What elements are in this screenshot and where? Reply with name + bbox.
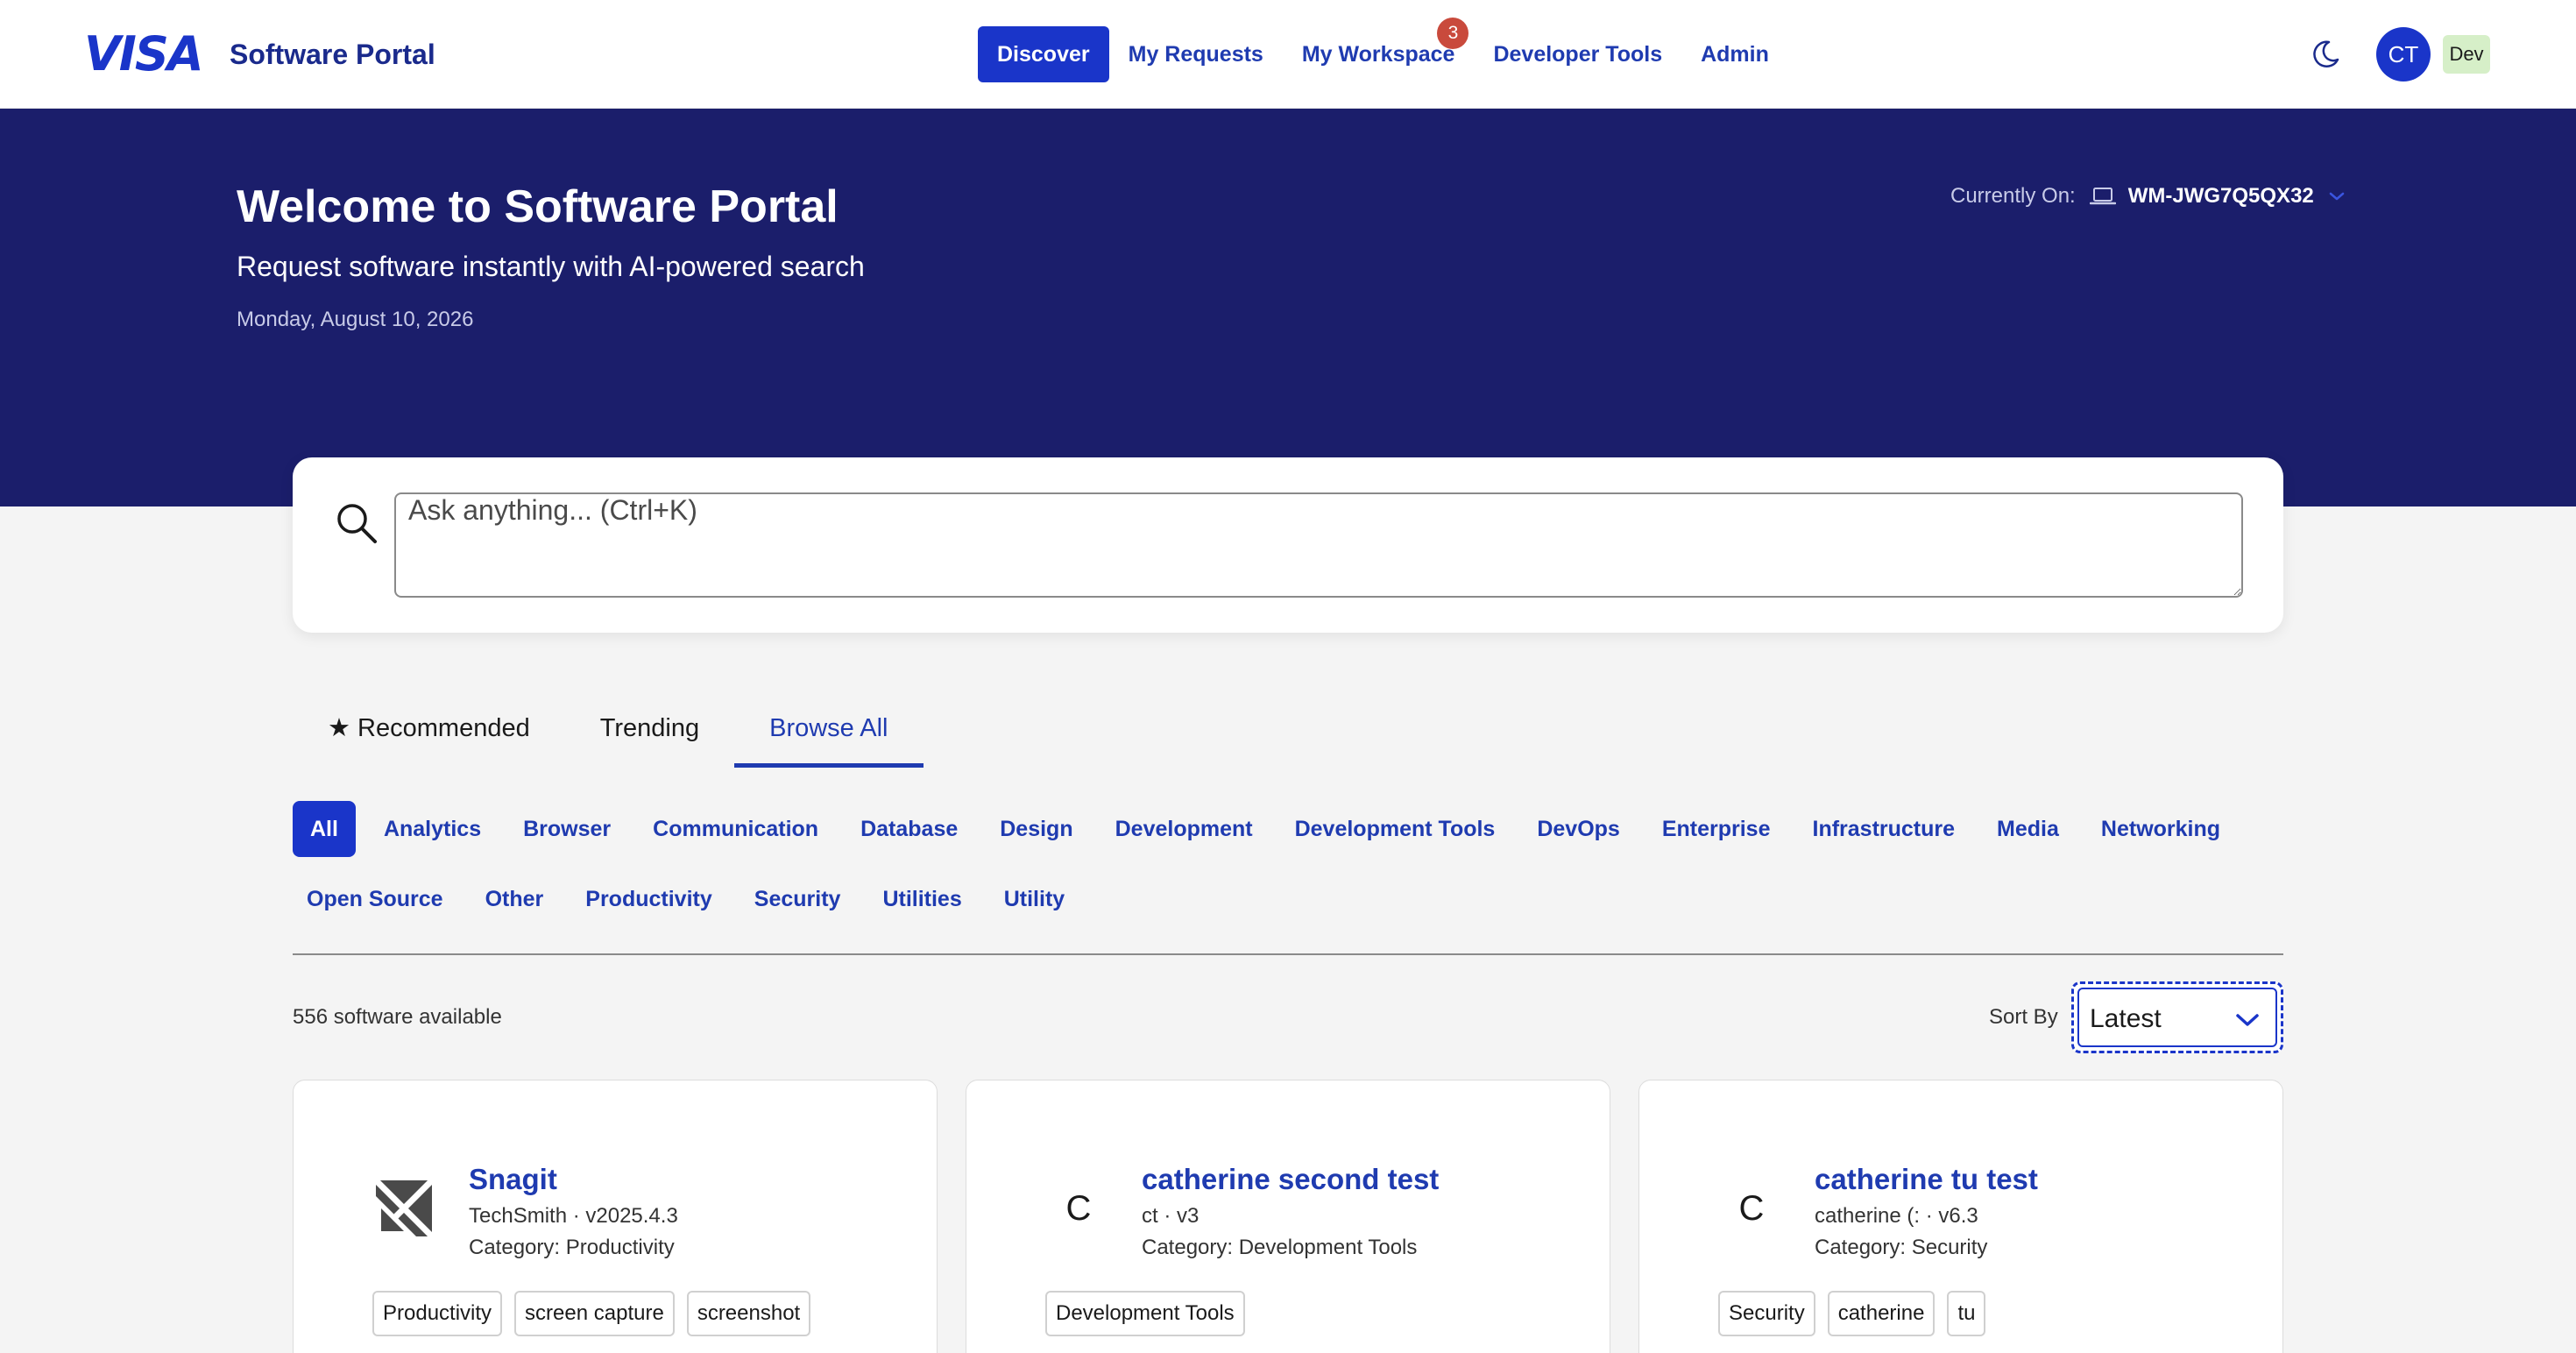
search-input[interactable]: [394, 492, 2243, 598]
chevron-down-icon: [2329, 192, 2345, 201]
nav-admin[interactable]: Admin: [1681, 26, 1788, 82]
main-nav: Discover My Requests My Workspace 3 Deve…: [978, 18, 1788, 82]
tag: catherine: [1827, 1291, 1936, 1336]
card-title[interactable]: catherine second test: [1142, 1161, 1439, 1198]
environment-badge: Dev: [2443, 35, 2490, 74]
category-networking[interactable]: Networking: [2087, 801, 2234, 857]
workspace-count-badge: 3: [1437, 18, 1469, 49]
tag: Security: [1718, 1291, 1815, 1336]
card-tags: Productivity screen capture screenshot: [372, 1291, 823, 1336]
category-productivity[interactable]: Productivity: [571, 871, 725, 927]
tag: screenshot: [686, 1291, 811, 1336]
sort-select[interactable]: Latest: [2071, 981, 2283, 1053]
nav-my-workspace[interactable]: My Workspace 3: [1283, 18, 1475, 82]
section-divider: [293, 953, 2283, 955]
nav-discover[interactable]: Discover: [978, 26, 1109, 82]
category-row-1: All Analytics Browser Communication Data…: [293, 801, 2283, 857]
tab-recommended[interactable]: ★ Recommended: [293, 694, 565, 768]
card-category: Category: Security: [1815, 1236, 1988, 1259]
tab-browse-all[interactable]: Browse All: [734, 694, 924, 768]
discover-tabs: ★ Recommended Trending Browse All: [293, 694, 924, 768]
category-communication[interactable]: Communication: [639, 801, 832, 857]
visa-logo[interactable]: VISA: [84, 30, 204, 79]
category-media[interactable]: Media: [1983, 801, 2073, 857]
chevron-down-icon: [2236, 1014, 2259, 1026]
snagit-logo-icon: [374, 1179, 434, 1238]
card-initial-icon: C: [1065, 1189, 1092, 1228]
top-header: VISA Software Portal Discover My Request…: [0, 0, 2576, 109]
card-tags: Security catherine tu: [1718, 1291, 1998, 1336]
card-vendor-version: TechSmith · v2025.4.3: [469, 1204, 678, 1228]
software-card-snagit[interactable]: Snagit TechSmith · v2025.4.3 Category: P…: [293, 1080, 938, 1353]
nav-my-requests[interactable]: My Requests: [1109, 26, 1283, 82]
nav-my-workspace-label: My Workspace: [1301, 42, 1455, 67]
category-row-2: Open Source Other Productivity Security …: [293, 871, 2283, 927]
tag: Development Tools: [1045, 1291, 1245, 1336]
software-card-catherine-second-test[interactable]: C catherine second test ct · v3 Category…: [966, 1080, 1610, 1353]
category-all[interactable]: All: [293, 801, 356, 857]
search-card: [293, 457, 2283, 633]
search-icon: [337, 504, 377, 543]
nav-developer-tools[interactable]: Developer Tools: [1474, 26, 1681, 82]
tag: tu: [1947, 1291, 1986, 1336]
software-card-catherine-tu-test[interactable]: C catherine tu test catherine (: · v6.3 …: [1638, 1080, 2283, 1353]
current-date: Monday, August 10, 2026: [237, 308, 474, 331]
category-development-tools[interactable]: Development Tools: [1281, 801, 1510, 857]
card-tags: Development Tools: [1045, 1291, 1257, 1336]
sort-select-box: Latest: [2077, 988, 2277, 1047]
category-database[interactable]: Database: [846, 801, 972, 857]
category-analytics[interactable]: Analytics: [370, 801, 495, 857]
laptop-icon: [2089, 188, 2116, 205]
category-open-source[interactable]: Open Source: [293, 871, 457, 927]
category-security[interactable]: Security: [740, 871, 855, 927]
sort-selected-value: Latest: [2090, 1004, 2162, 1033]
category-enterprise[interactable]: Enterprise: [1648, 801, 1785, 857]
portal-name[interactable]: Software Portal: [230, 37, 435, 72]
card-category: Category: Development Tools: [1142, 1236, 1418, 1259]
tag: screen capture: [514, 1291, 675, 1336]
card-vendor-version: catherine (: · v6.3: [1815, 1204, 1978, 1228]
tag: Productivity: [372, 1291, 503, 1336]
card-initial-icon: C: [1738, 1189, 1765, 1228]
device-selector[interactable]: Currently On: WM-JWG7Q5QX32: [1950, 181, 2346, 212]
user-avatar[interactable]: CT: [2376, 27, 2431, 81]
card-title[interactable]: Snagit: [469, 1161, 557, 1198]
category-browser[interactable]: Browser: [509, 801, 625, 857]
hero-banner: Welcome to Software Portal Request softw…: [0, 109, 2576, 506]
software-count: 556 software available: [293, 1005, 502, 1029]
card-title[interactable]: catherine tu test: [1815, 1161, 2038, 1198]
category-design[interactable]: Design: [986, 801, 1086, 857]
category-development[interactable]: Development: [1101, 801, 1267, 857]
device-label: Currently On:: [1950, 184, 2076, 208]
tab-trending[interactable]: Trending: [565, 694, 734, 768]
device-name: WM-JWG7Q5QX32: [2127, 184, 2314, 208]
card-category: Category: Productivity: [469, 1236, 675, 1259]
category-other[interactable]: Other: [471, 871, 558, 927]
page-subtitle: Request software instantly with AI-power…: [237, 251, 865, 282]
category-utilities[interactable]: Utilities: [868, 871, 975, 927]
dark-mode-moon-icon[interactable]: [2310, 39, 2341, 70]
sort-label: Sort By: [1989, 1005, 2058, 1029]
page-title: Welcome to Software Portal: [237, 181, 839, 232]
card-vendor-version: ct · v3: [1142, 1204, 1200, 1228]
category-filters: All Analytics Browser Communication Data…: [293, 801, 2283, 941]
category-utility[interactable]: Utility: [990, 871, 1079, 927]
category-devops[interactable]: DevOps: [1523, 801, 1633, 857]
category-infrastructure[interactable]: Infrastructure: [1799, 801, 1970, 857]
software-card-grid: Snagit TechSmith · v2025.4.3 Category: P…: [293, 1080, 2311, 1353]
